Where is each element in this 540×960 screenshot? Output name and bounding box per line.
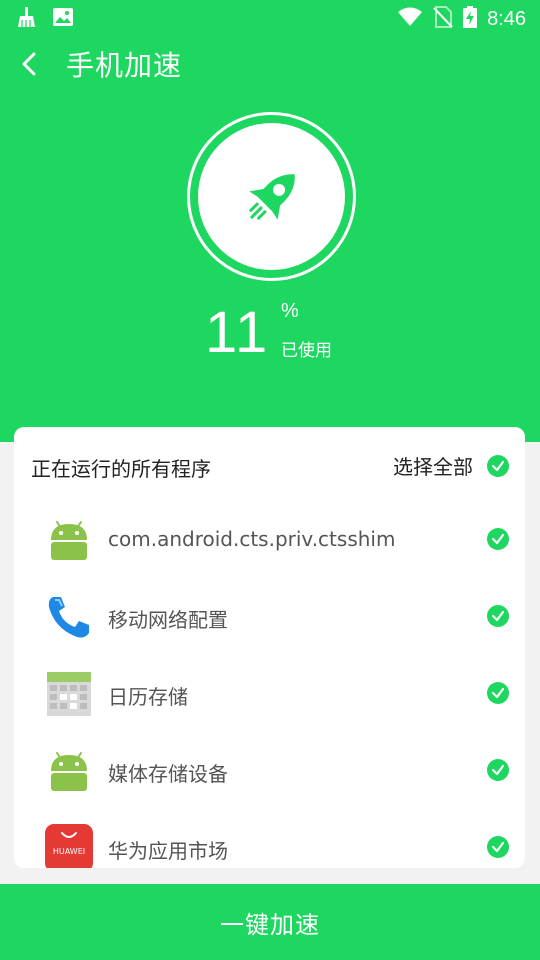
- list-item[interactable]: 媒体存储设备: [14, 732, 525, 809]
- rocket-badge: [198, 123, 345, 270]
- app-name: 移动网络配置: [108, 608, 228, 632]
- app-name: 华为应用市场: [108, 839, 228, 863]
- select-all-label: 选择全部: [393, 455, 473, 479]
- rocket-icon: [248, 173, 295, 220]
- app-name: 媒体存储设备: [108, 762, 228, 786]
- status-bar: 8:46: [0, 0, 540, 36]
- check-circle-icon[interactable]: [487, 682, 509, 704]
- select-all-toggle[interactable]: 选择全部: [393, 451, 509, 480]
- check-circle-icon[interactable]: [487, 454, 509, 477]
- boost-button[interactable]: 一键加速: [0, 884, 540, 960]
- wifi-icon: [397, 6, 423, 32]
- boost-button-label: 一键加速: [220, 910, 320, 939]
- app-name: com.android.cts.priv.ctsshim: [108, 527, 396, 551]
- check-circle-icon[interactable]: [487, 605, 509, 627]
- list-item[interactable]: 移动网络配置: [14, 578, 525, 655]
- page-title: 手机加速: [66, 49, 183, 82]
- phone-icon: [45, 593, 93, 641]
- check-circle-icon[interactable]: [487, 528, 509, 550]
- chevron-left-icon: [22, 52, 36, 76]
- usage-label: 已使用: [281, 341, 332, 361]
- check-circle-icon[interactable]: [487, 836, 509, 858]
- card-header: 正在运行的所有程序 选择全部: [14, 427, 525, 503]
- broom-icon: [16, 6, 38, 32]
- android-icon: [45, 747, 93, 795]
- list-item[interactable]: HUAWEI 华为应用市场: [14, 809, 525, 868]
- check-circle-icon[interactable]: [487, 759, 509, 781]
- usage-ring: [187, 112, 356, 281]
- running-apps-card: 正在运行的所有程序 选择全部 com.android.cts.priv.ctss…: [14, 427, 525, 868]
- android-icon: [45, 516, 93, 564]
- list-item[interactable]: 日历存储: [14, 655, 525, 732]
- battery-charging-icon: [463, 6, 478, 32]
- usage-value: 11: [205, 300, 270, 365]
- card-title: 正在运行的所有程序: [31, 457, 211, 481]
- list-item[interactable]: com.android.cts.priv.ctsshim: [14, 501, 525, 578]
- header: 8:46 手机加速 11 % 已使用: [0, 0, 540, 442]
- huawei-logo-text: HUAWEI: [53, 847, 85, 856]
- huawei-appgallery-icon: HUAWEI: [45, 824, 93, 868]
- image-icon: [52, 6, 74, 32]
- app-name: 日历存储: [108, 685, 188, 709]
- status-time: 8:46: [487, 7, 526, 30]
- calendar-icon: [45, 670, 93, 718]
- app-list: com.android.cts.priv.ctsshim 移动网络配置 日历存储…: [14, 501, 525, 868]
- top-app-bar: 手机加速: [0, 40, 540, 90]
- no-sim-icon: [433, 6, 453, 32]
- usage-unit: %: [281, 300, 299, 322]
- back-button[interactable]: [12, 46, 48, 82]
